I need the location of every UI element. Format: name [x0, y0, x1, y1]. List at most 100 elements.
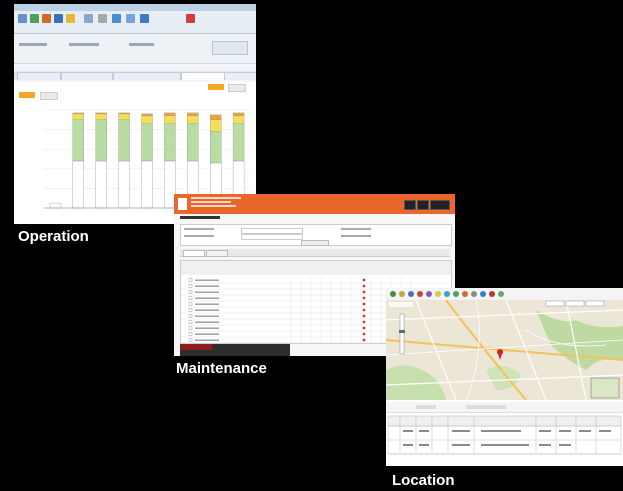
chart-bar-segment [95, 113, 107, 120]
table-row-checkbox [188, 320, 193, 324]
ribbon-icon[interactable] [18, 14, 27, 23]
toolbar-icon[interactable] [417, 291, 423, 297]
ribbon-icon[interactable] [84, 14, 93, 23]
toolbar-icon[interactable] [435, 291, 441, 297]
maintenance-tab[interactable] [206, 250, 228, 257]
toolbar-icon[interactable] [489, 291, 495, 297]
operation-caption: Operation [18, 228, 89, 245]
chart-bar-segment [164, 123, 176, 162]
map-zoom-slider [399, 313, 405, 355]
chart-bar-segment [164, 115, 176, 124]
table-row-checkbox [188, 338, 193, 342]
toolbar-icon[interactable] [453, 291, 459, 297]
table-row-status-icon [362, 314, 366, 318]
operation-grey-button[interactable] [40, 92, 58, 100]
toolbar-icon[interactable] [426, 291, 432, 297]
table-row-checkbox [188, 284, 193, 288]
ribbon-icon[interactable] [186, 14, 195, 23]
toolbar-icon[interactable] [471, 291, 477, 297]
chart-bar-segment [209, 131, 222, 164]
toolbar-icon[interactable] [399, 291, 405, 297]
table-row-checkbox [188, 308, 193, 312]
maintenance-form-button[interactable] [301, 240, 329, 246]
location-caption: Location [392, 472, 455, 489]
ribbon-icon[interactable] [98, 14, 107, 23]
table-row-checkbox [188, 332, 193, 336]
location-map[interactable] [386, 300, 623, 400]
table-row-status-icon [362, 338, 366, 342]
chart-bar-segment [72, 160, 84, 209]
chart-bar-segment [118, 113, 130, 120]
table-row-status-icon [362, 290, 366, 294]
location-control-field[interactable] [466, 405, 506, 409]
table-row-text [195, 285, 219, 287]
chart-bar-segment [187, 123, 199, 162]
maintenance-form-panel [180, 224, 452, 246]
table-row-status-icon [362, 332, 366, 336]
maintenance-toolbar [180, 249, 450, 257]
table-row-checkbox [188, 290, 193, 294]
operation-info-bar [14, 35, 256, 64]
chart-bar-segment [232, 115, 245, 124]
ribbon-icon[interactable] [126, 14, 135, 23]
chart-bar-segment [95, 119, 107, 162]
chart-bar-segment [187, 115, 199, 124]
chart-bar-segment [141, 113, 153, 117]
table-row-text [195, 327, 219, 329]
ribbon-icon[interactable] [42, 14, 51, 23]
table-row-status-icon [362, 326, 366, 330]
toolbar-icon[interactable] [498, 291, 504, 297]
maintenance-header-button[interactable] [417, 200, 429, 210]
chart-bar-segment [209, 114, 222, 120]
maintenance-form-field[interactable] [241, 234, 303, 240]
chart-bar-segment [118, 112, 130, 115]
table-row-status-icon [362, 296, 366, 300]
operation-tab[interactable] [17, 72, 61, 80]
table-row-status-icon [362, 278, 366, 282]
table-row-status-icon [362, 308, 366, 312]
location-screenshot [386, 288, 623, 466]
ribbon-icon[interactable] [30, 14, 39, 23]
toolbar-icon[interactable] [444, 291, 450, 297]
ribbon-icon[interactable] [112, 14, 121, 23]
maintenance-footer-alert [180, 344, 212, 350]
toolbar-icon[interactable] [462, 291, 468, 297]
operation-tab-strip [14, 71, 256, 80]
operation-orange-button[interactable] [19, 92, 35, 98]
location-control-field[interactable] [416, 405, 436, 409]
table-row-text [195, 339, 219, 341]
toolbar-icon[interactable] [480, 291, 486, 297]
chart-bar-segment [95, 160, 107, 209]
operation-tab[interactable] [224, 72, 256, 80]
table-row-status-icon [362, 302, 366, 306]
table-row-status-icon [362, 284, 366, 288]
maintenance-header-button[interactable] [404, 200, 416, 210]
table-row-text [195, 291, 219, 293]
operation-grey-button-right[interactable] [228, 84, 246, 92]
ribbon-icon[interactable] [66, 14, 75, 23]
table-row-status-icon [362, 320, 366, 324]
table-row-checkbox [188, 296, 193, 300]
chart-bar-segment [118, 119, 130, 162]
location-controls [386, 402, 623, 413]
table-row-text [195, 279, 219, 281]
chart-bar-segment [72, 113, 84, 120]
ribbon-icon[interactable] [140, 14, 149, 23]
maintenance-header-button[interactable] [430, 200, 450, 210]
maintenance-tab[interactable] [183, 250, 205, 257]
maintenance-header [174, 194, 455, 214]
operation-tab-active[interactable] [181, 72, 225, 80]
toolbar-icon[interactable] [408, 291, 414, 297]
table-row-text [195, 303, 219, 305]
toolbar-icon[interactable] [390, 291, 396, 297]
operation-tab[interactable] [113, 72, 181, 80]
chart-bar-segment [232, 123, 245, 162]
operation-tab[interactable] [61, 72, 113, 80]
table-row-checkbox [188, 314, 193, 318]
ribbon-icon[interactable] [54, 14, 63, 23]
operation-orange-button-right[interactable] [208, 84, 224, 90]
operation-screenshot [14, 4, 256, 224]
table-row-text [195, 315, 219, 317]
maintenance-table-header [181, 261, 451, 275]
table-row-checkbox [188, 326, 193, 330]
